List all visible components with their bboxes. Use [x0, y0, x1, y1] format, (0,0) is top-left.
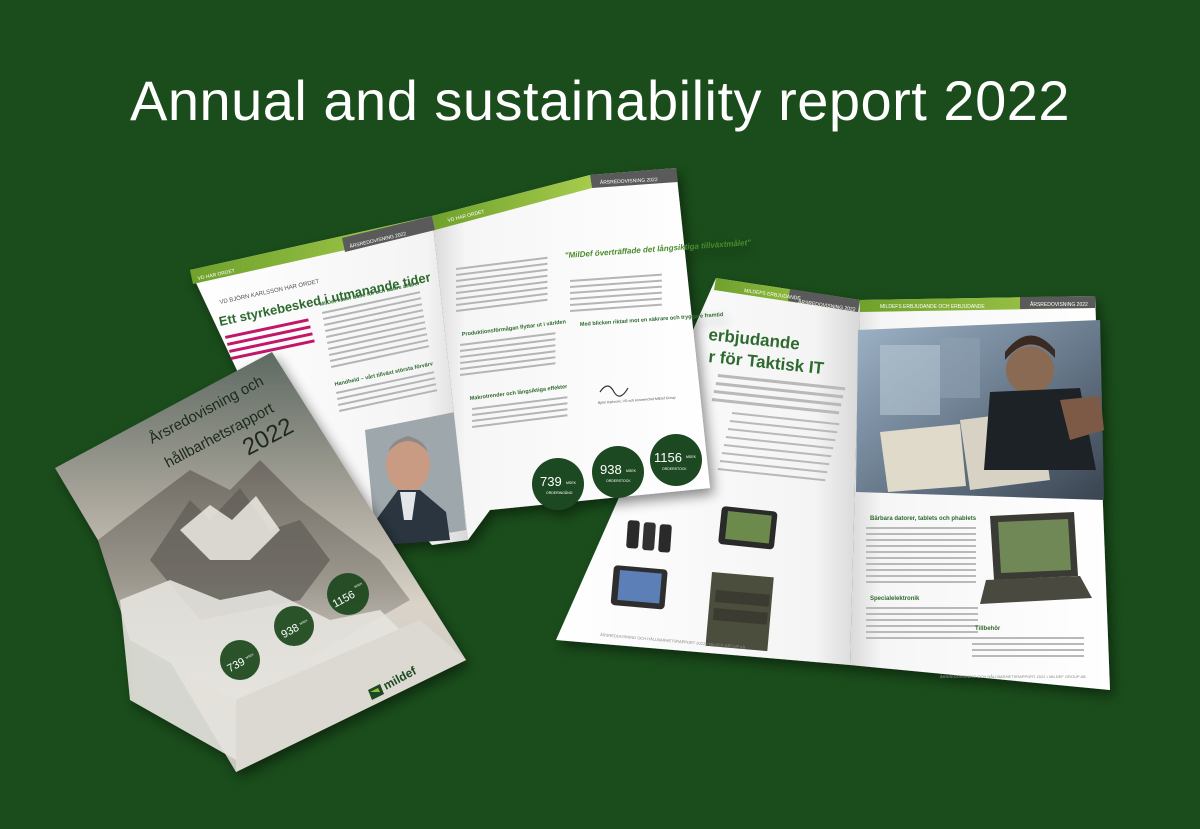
ceo-kpi-1: 739 MSEK ORDERINGÅNG — [532, 458, 584, 510]
cover-kpi-3: 1156 MSEK — [327, 573, 369, 615]
svg-text:ORDERSTOCK: ORDERSTOCK — [662, 467, 687, 471]
ceo-kpi-2: 938 MSEK ORDERSTOCK — [592, 446, 644, 498]
offering-right-report-tab: ÅRSREDOVISNING 2022 — [1030, 301, 1088, 308]
photo-scene: Annual and sustainability report 2022 MI… — [0, 0, 1200, 829]
svg-text:938: 938 — [600, 462, 622, 477]
technician-factory-photo — [856, 320, 1104, 500]
svg-text:ORDERSTOCK: ORDERSTOCK — [606, 479, 631, 483]
svg-text:MSEK: MSEK — [686, 455, 697, 459]
offering-subheading-3: Tillbehör — [975, 626, 1001, 632]
svg-text:739: 739 — [540, 474, 562, 489]
svg-text:MSEK: MSEK — [626, 469, 637, 473]
svg-text:MSEK: MSEK — [566, 481, 577, 485]
offering-right-footer: ÅRSREDOVISNING OCH HÅLLBARHETSRAPPORT 20… — [940, 674, 1086, 679]
cover-kpi-1: 739 MSEK — [220, 640, 260, 680]
brochure-illustration: MILDEFS ERBJUDANDE ÅRSREDOVISNING 2022 e… — [55, 168, 1110, 772]
offering-subheading-1: Bärbara datorer, tablets och phablets — [870, 516, 977, 522]
svg-text:1156: 1156 — [654, 450, 682, 465]
offering-subheading-2: Specialelektronik — [870, 596, 920, 602]
svg-text:ORDERINGÅNG: ORDERINGÅNG — [546, 490, 573, 495]
offering-right-section-tab: MILDEFS ERBJUDANDE OCH ERBJUDANDE — [880, 304, 985, 310]
ceo-kpi-3: 1156 MSEK ORDERSTOCK — [650, 434, 702, 486]
cover-kpi-2: 938 MSEK — [274, 606, 314, 646]
